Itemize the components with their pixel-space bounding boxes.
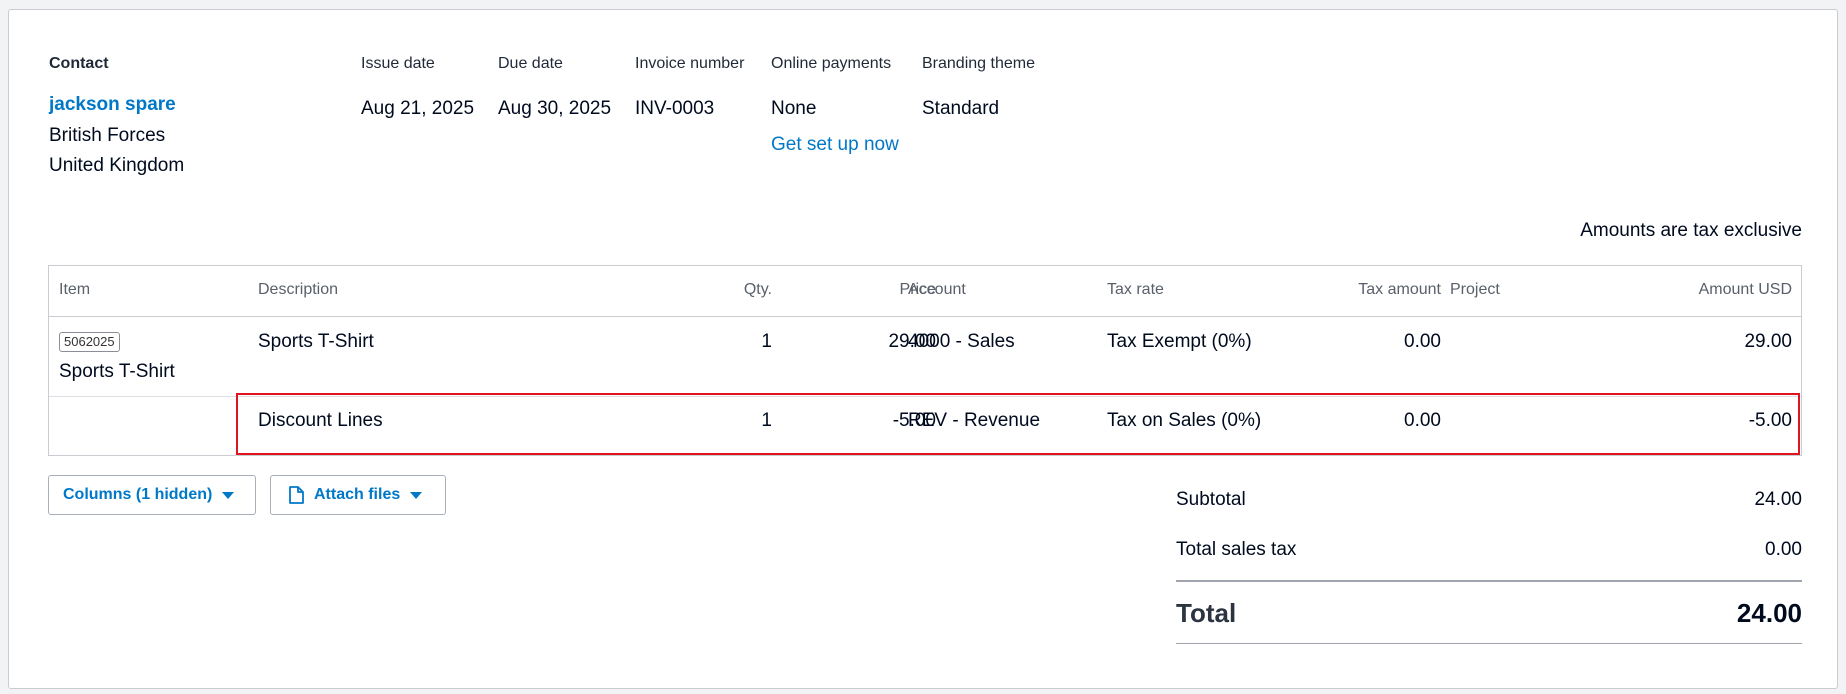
item-code-badge[interactable]: 5062025 <box>59 332 120 352</box>
contact-address-line1: British Forces <box>49 125 166 146</box>
discount-row-highlight <box>236 393 1800 455</box>
column-header-project: Project <box>1450 281 1500 298</box>
column-header-account: Account <box>908 281 966 298</box>
row1-account[interactable]: 4000 - Sales <box>908 331 1015 353</box>
issue-date-label: Issue date <box>361 55 435 72</box>
get-set-up-link[interactable]: Get set up now <box>771 134 899 156</box>
row1-tax-rate[interactable]: Tax Exempt (0%) <box>1107 331 1252 353</box>
amounts-tax-note: Amounts are tax exclusive <box>1580 220 1802 241</box>
item-code: 5062025 <box>59 332 120 352</box>
column-header-tax-rate: Tax rate <box>1107 281 1164 298</box>
row1-qty[interactable]: 1 <box>761 331 772 353</box>
contact-label: Contact <box>49 55 109 72</box>
subtotal-label: Subtotal <box>1176 489 1246 510</box>
column-header-description: Description <box>258 281 339 298</box>
total-sales-tax-label: Total sales tax <box>1176 539 1297 560</box>
total-sales-tax-value: 0.00 <box>1765 539 1802 560</box>
online-payments-value: None <box>771 98 817 119</box>
document-icon <box>289 486 304 504</box>
contact-name-link[interactable]: jackson spare <box>49 94 176 116</box>
invoice-number-value: INV-0003 <box>635 98 715 119</box>
row1-tax-amount: 0.00 <box>1404 331 1441 352</box>
branding-theme-value: Standard <box>922 98 1000 119</box>
total-label: Total <box>1176 598 1237 628</box>
column-header-amount: Amount USD <box>1698 281 1792 298</box>
contact-address-line2: United Kingdom <box>49 155 185 176</box>
due-date-value: Aug 30, 2025 <box>498 98 612 119</box>
total-value: 24.00 <box>1736 598 1802 628</box>
columns-button-label: Columns (1 hidden) <box>63 486 213 503</box>
column-header-item: Item <box>59 281 91 298</box>
issue-date-value: Aug 21, 2025 <box>361 98 475 119</box>
totals-divider <box>1176 580 1802 582</box>
row1-description[interactable]: Sports T-Shirt <box>258 331 374 353</box>
invoice-number-label: Invoice number <box>635 55 745 72</box>
due-date-label: Due date <box>498 55 563 72</box>
columns-button[interactable]: Columns (1 hidden) <box>48 475 256 515</box>
subtotal-value: 24.00 <box>1754 489 1802 510</box>
caret-down-icon <box>222 491 235 499</box>
column-header-tax-amount: Tax amount <box>1358 281 1441 298</box>
column-header-qty: Qty. <box>743 281 772 298</box>
header-divider <box>49 316 1801 317</box>
attach-files-button[interactable]: Attach files <box>270 475 446 515</box>
attach-files-label: Attach files <box>314 486 401 503</box>
total-bottom-rule <box>1176 643 1802 644</box>
item-name[interactable]: Sports T-Shirt <box>59 361 175 383</box>
caret-down-icon <box>410 491 423 499</box>
online-payments-label: Online payments <box>771 55 892 72</box>
row1-amount: 29.00 <box>1744 331 1792 352</box>
branding-theme-label: Branding theme <box>922 55 1035 72</box>
